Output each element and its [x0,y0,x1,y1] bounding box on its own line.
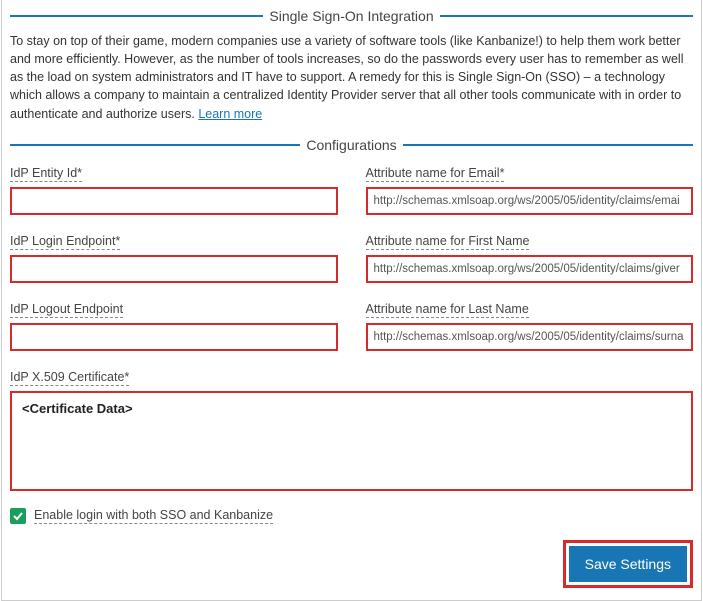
label-attr-last: Attribute name for Last Name [366,302,529,318]
field-attr-last: Attribute name for Last Name [366,301,694,351]
divider-right [403,144,693,146]
field-idp-entity-id: IdP Entity Id* [10,165,338,215]
field-cert: IdP X.509 Certificate* [10,369,693,494]
label-cert: IdP X.509 Certificate* [10,370,129,386]
field-idp-login: IdP Login Endpoint* [10,233,338,283]
enable-both-checkbox[interactable] [10,508,26,524]
enable-both-row: Enable login with both SSO and Kanbanize [10,508,693,524]
field-idp-logout: IdP Logout Endpoint [10,301,338,351]
input-idp-entity-id[interactable] [10,187,338,215]
input-idp-logout[interactable] [10,323,338,351]
config-header-row: Configurations [10,137,693,153]
panel-title: Single Sign-On Integration [269,8,433,24]
sso-integration-panel: Single Sign-On Integration To stay on to… [1,0,702,601]
label-idp-entity-id: IdP Entity Id* [10,166,82,182]
divider-right [440,15,693,17]
input-attr-first[interactable] [366,255,694,283]
description-text: To stay on top of their game, modern com… [10,32,693,123]
divider-left [10,144,300,146]
config-grid: IdP Entity Id* Attribute name for Email*… [10,165,693,494]
learn-more-link[interactable]: Learn more [198,107,262,121]
field-attr-first: Attribute name for First Name [366,233,694,283]
check-icon [12,510,24,522]
input-attr-email[interactable] [366,187,694,215]
button-row: Save Settings [10,540,693,588]
input-idp-login[interactable] [10,255,338,283]
enable-both-label[interactable]: Enable login with both SSO and Kanbanize [34,508,273,524]
save-settings-button[interactable]: Save Settings [569,546,687,582]
description-body: To stay on top of their game, modern com… [10,34,683,121]
input-cert[interactable] [10,391,693,491]
panel-header-row: Single Sign-On Integration [10,8,693,24]
label-idp-logout: IdP Logout Endpoint [10,302,123,318]
input-attr-last[interactable] [366,323,694,351]
save-button-highlight: Save Settings [563,540,693,588]
field-attr-email: Attribute name for Email* [366,165,694,215]
divider-left [10,15,263,17]
label-attr-first: Attribute name for First Name [366,234,530,250]
label-attr-email: Attribute name for Email* [366,166,505,182]
label-idp-login: IdP Login Endpoint* [10,234,120,250]
config-title: Configurations [306,137,396,153]
